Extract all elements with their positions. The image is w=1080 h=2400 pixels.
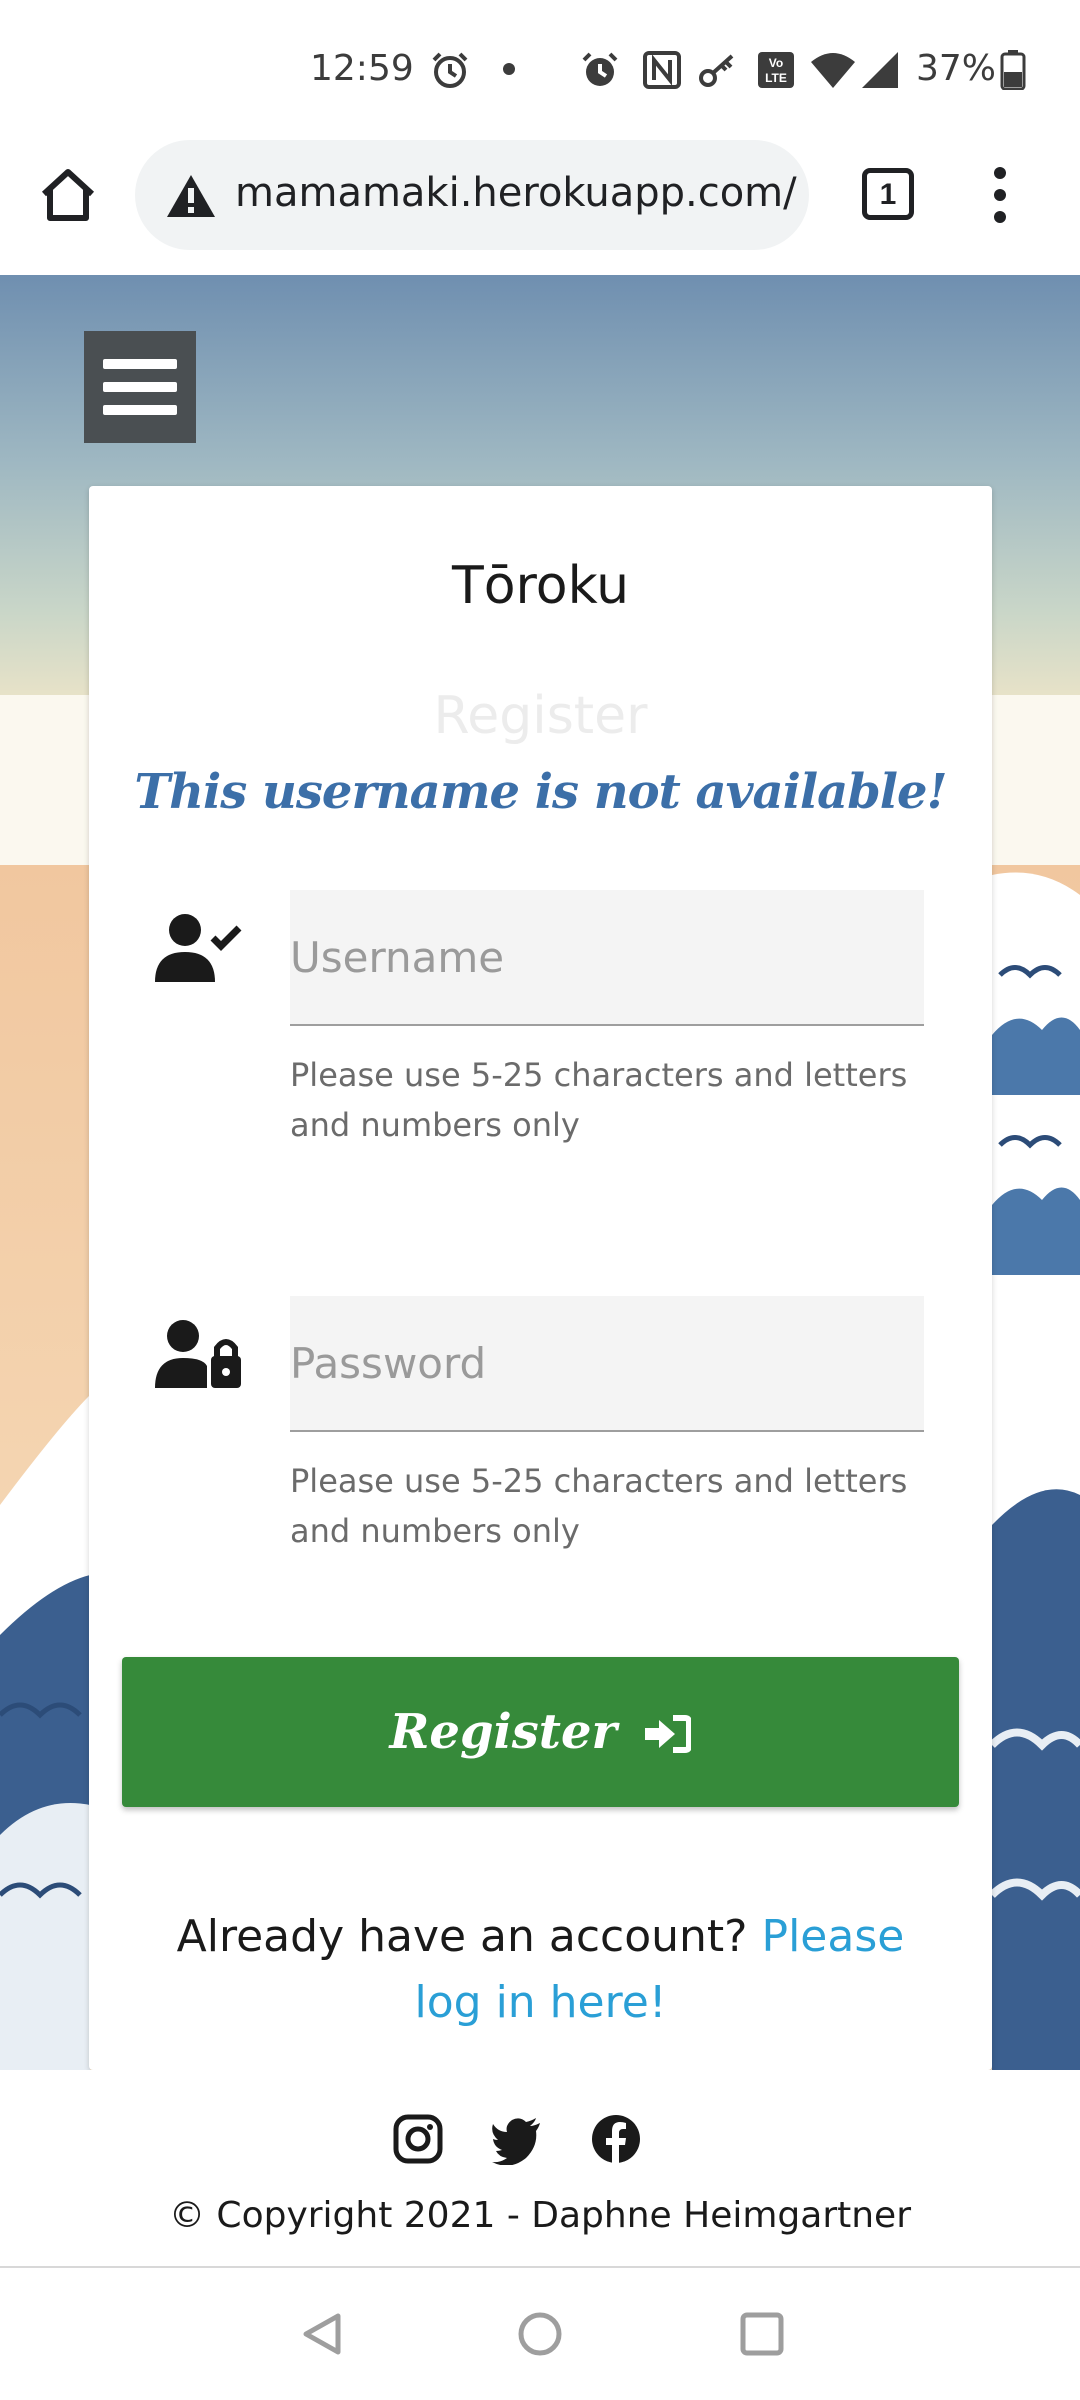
footer: © Copyright 2021 - Daphne Heimgartner (0, 2070, 1080, 2268)
instagram-icon[interactable] (392, 2113, 444, 2165)
register-card: Tōroku Register This username is not ava… (89, 486, 992, 2070)
battery-percent: 37% (916, 48, 997, 89)
user-lock-icon (155, 1320, 241, 1388)
home-icon[interactable] (36, 162, 100, 226)
recents-icon[interactable] (738, 2310, 786, 2358)
system-nav-bar (0, 2268, 1080, 2400)
nfc-icon (643, 51, 681, 89)
dot-icon (503, 63, 515, 75)
address-bar[interactable]: mamamaki.herokuapp.com/ (135, 140, 809, 250)
battery-icon (1000, 50, 1026, 90)
flash-message: This username is not available! (134, 764, 947, 820)
username-input[interactable] (290, 890, 924, 1026)
svg-text:LTE: LTE (765, 71, 787, 85)
tabs-icon[interactable]: 1 (862, 168, 914, 220)
more-vert-icon[interactable] (985, 163, 1015, 227)
twitter-icon[interactable] (490, 2113, 542, 2165)
password-helper: Please use 5-25 characters and letters a… (290, 1462, 908, 1550)
key-icon (699, 54, 734, 87)
password-input[interactable] (290, 1296, 924, 1432)
warning-icon[interactable] (165, 173, 217, 219)
login-prompt: Already have an account? Please log in h… (149, 1904, 932, 2036)
alarm-icon (432, 52, 468, 88)
page-subtitle: Register (433, 686, 648, 746)
signal-icon (862, 52, 898, 88)
svg-text:Vo: Vo (769, 56, 783, 70)
nav-menu-button[interactable] (84, 331, 196, 443)
browser-toolbar: mamamaki.herokuapp.com/ 1 (0, 135, 1080, 275)
alarm-icon (582, 52, 618, 86)
volte-icon: Vo LTE (758, 52, 794, 88)
status-bar: 12:59 Vo LTE 37% (0, 0, 1080, 135)
back-icon[interactable] (298, 2310, 346, 2358)
register-button-label: Register (389, 1704, 617, 1760)
home-circle-icon[interactable] (516, 2310, 564, 2358)
sign-in-icon (645, 1715, 693, 1753)
username-helper: Please use 5-25 characters and letters a… (290, 1056, 908, 1144)
copyright-text: © Copyright 2021 - Daphne Heimgartner (168, 2195, 912, 2236)
facebook-icon[interactable] (590, 2113, 642, 2165)
user-check-icon (155, 914, 242, 982)
register-button[interactable]: Register (122, 1657, 959, 1807)
wifi-icon (811, 53, 855, 88)
status-time: 12:59 (310, 48, 414, 89)
url-text[interactable]: mamamaki.herokuapp.com/ (235, 170, 805, 216)
login-prompt-text: Already have an account? (176, 1911, 748, 1962)
page-title: Tōroku (451, 556, 630, 616)
